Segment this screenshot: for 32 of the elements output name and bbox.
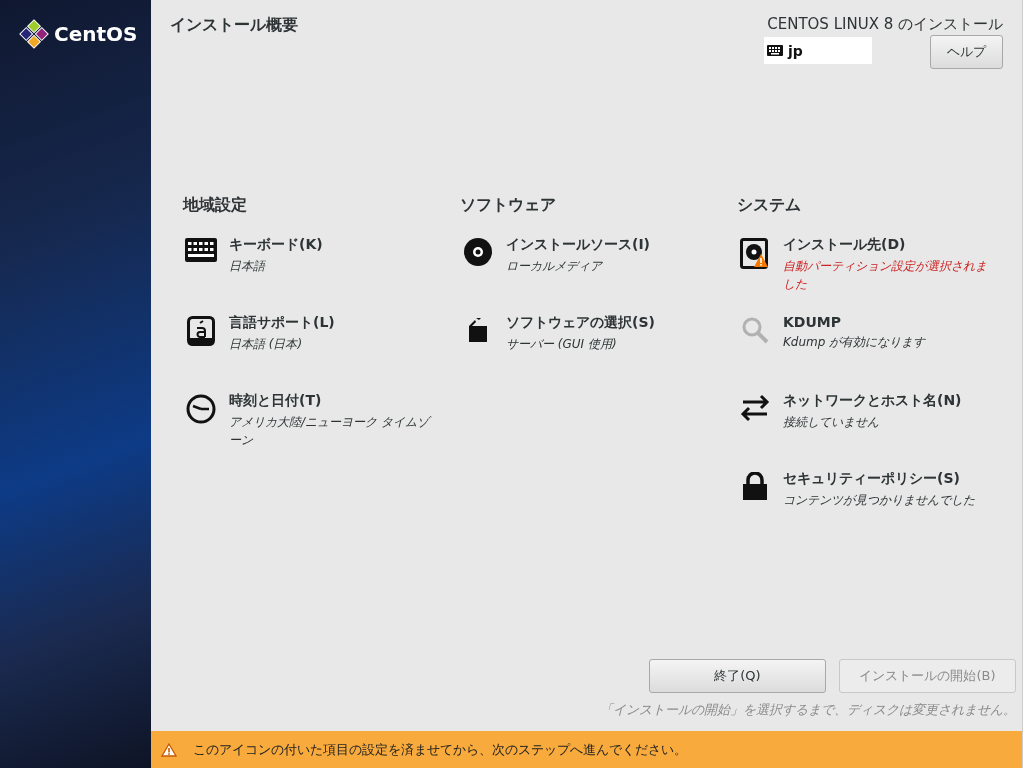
keyboard-icon [767,45,783,56]
spoke-title-link[interactable]: KDUMP [783,314,993,330]
spoke-status: アメリカ大陸/ニューヨーク タイムゾーン [229,413,439,449]
warning-icon [161,742,177,757]
spoke-title-link[interactable]: 言語サポート(L) [229,314,439,332]
spoke-title-link[interactable]: 時刻と日付(T) [229,392,439,410]
spoke-status: 自動パーティション設定が選択されました [783,258,988,293]
warning-message: このアイコンの付いた項目の設定を済ませてから、次のステップへ進んでください。 [193,740,687,759]
spoke-status: Kdump が有効になります [783,334,927,351]
section-title: ソフトウェア [460,195,557,216]
help-button[interactable]: ヘルプ [930,35,1003,69]
section-title: 地域設定 [183,195,248,216]
spoke-status: 接続していません [783,414,880,431]
spoke-status: 日本語 (日本) [229,336,304,353]
spoke-status: サーバー (GUI 使用) [506,336,618,353]
section-title: システム [737,195,802,216]
spoke-title-link[interactable]: セキュリティーポリシー(S) [783,470,993,488]
keyboard-layout-field[interactable]: jp [764,37,872,64]
logo-icon [18,18,50,50]
spoke-title-link[interactable]: キーボード(K) [229,236,439,254]
spoke-status: 日本語 [229,258,267,275]
spoke-title-link[interactable]: ソフトウェアの選択(S) [506,314,716,332]
spoke-status: コンテンツが見つかりませんでした [783,492,976,509]
spoke-title-link[interactable]: ネットワークとホスト名(N) [783,392,993,410]
logo-text: CentOS [54,22,138,46]
product-title: CENTOS LINUX 8 のインストール [767,14,1003,34]
note-text: 「インストールの開始」を選択するまで、ディスクは変更されません。 [600,701,1016,719]
page-title: インストール概要 [170,14,298,36]
spoke-title-link[interactable]: インストール先(D) [783,236,993,254]
spoke-title-link[interactable]: インストールソース(I) [506,236,716,254]
quit-button[interactable]: 終了(Q) [649,659,826,693]
spoke-status: ローカルメディア [506,258,604,275]
